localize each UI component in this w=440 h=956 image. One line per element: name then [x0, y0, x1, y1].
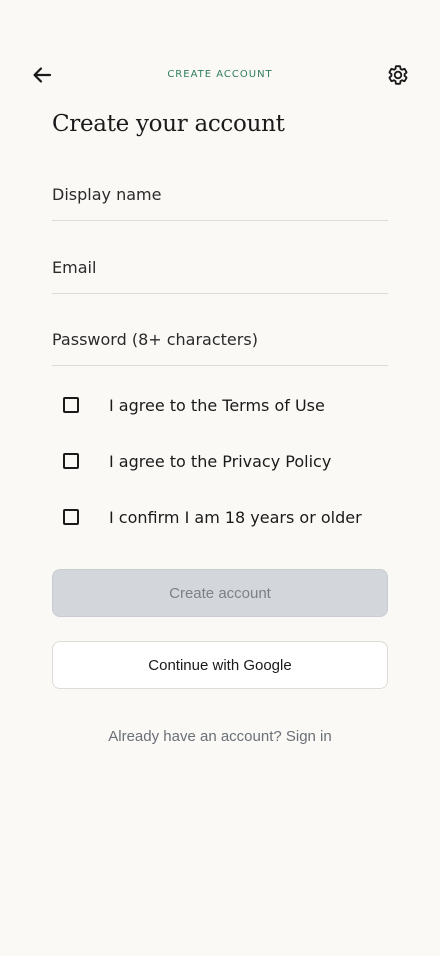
top-bar: CREATE ACCOUNT	[0, 52, 440, 98]
email-input[interactable]	[52, 253, 388, 281]
privacy-checkbox-row[interactable]: I agree to the Privacy Policy	[52, 441, 388, 481]
privacy-checkbox[interactable]	[63, 453, 79, 469]
age-checkbox-row[interactable]: I confirm I am 18 years or older	[52, 497, 388, 537]
display-name-field[interactable]	[52, 164, 388, 221]
terms-checkbox[interactable]	[63, 397, 79, 413]
privacy-label: I agree to the Privacy Policy	[109, 451, 332, 471]
display-name-input[interactable]	[52, 180, 388, 208]
terms-label: I agree to the Terms of Use	[109, 395, 325, 415]
settings-button[interactable]	[386, 63, 410, 87]
continue-with-google-button[interactable]: Continue with Google	[52, 641, 388, 689]
age-label: I confirm I am 18 years or older	[109, 507, 362, 527]
email-field[interactable]	[52, 237, 388, 294]
age-checkbox[interactable]	[63, 509, 79, 525]
terms-checkbox-row[interactable]: I agree to the Terms of Use	[52, 385, 388, 425]
password-input[interactable]	[52, 325, 388, 353]
page-title: Create your account	[52, 111, 285, 137]
screen-label: CREATE ACCOUNT	[167, 69, 273, 80]
sign-in-link[interactable]: Already have an account? Sign in	[0, 725, 440, 749]
gear-icon	[388, 65, 408, 85]
create-account-button[interactable]: Create account	[52, 569, 388, 617]
password-field[interactable]	[52, 309, 388, 366]
